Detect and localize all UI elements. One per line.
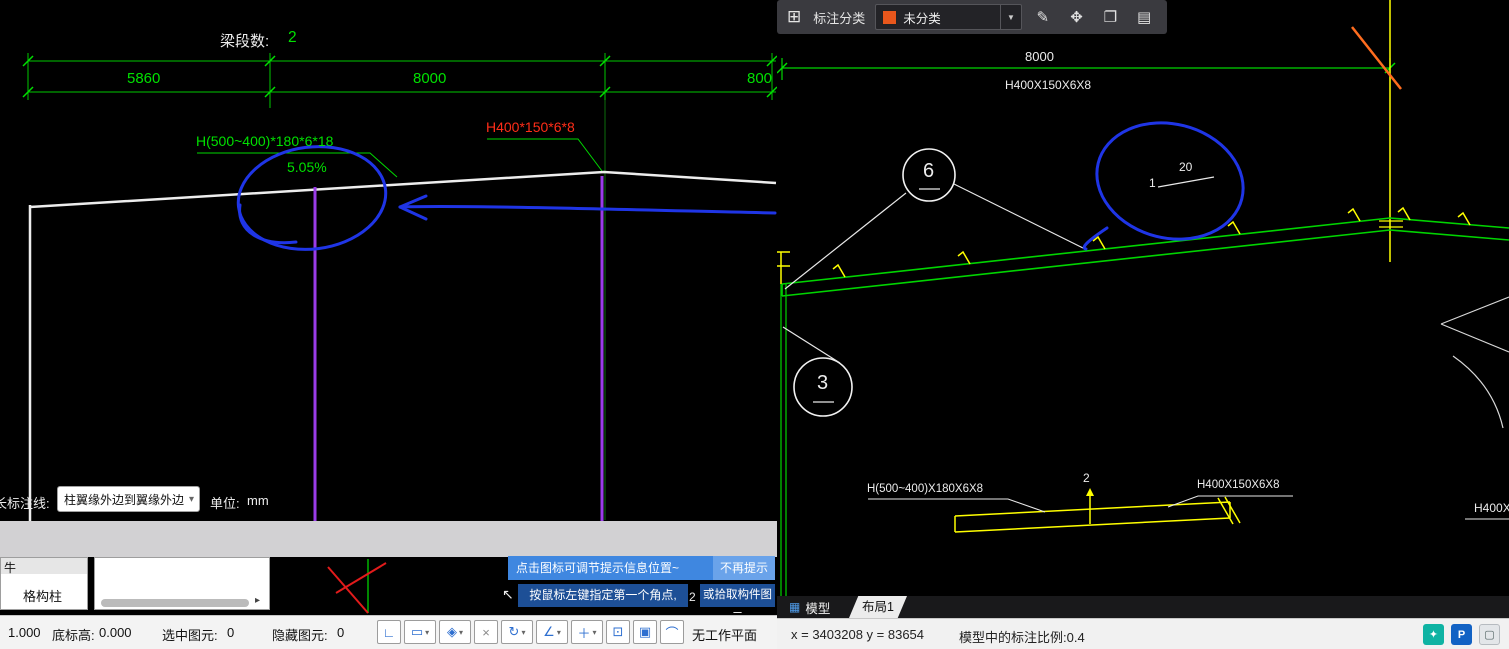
right-beam-spec-top: H400X150X6X8 — [1005, 78, 1092, 92]
tab-model[interactable]: ▦ 模型 — [789, 596, 830, 618]
camera-icon[interactable]: ⊡ — [606, 620, 630, 644]
model-tab-icon: ▦ — [789, 600, 801, 614]
horizontal-scrollbar[interactable] — [101, 599, 249, 607]
app-window: 梁段数: 2 5860 8000 800 H(500~400)*180*6*18… — [0, 0, 1509, 649]
view-tool-row: ∟ ▭ ▾ ◈ ▾ × ↻ ▾ ∠ ▾ ＋ ▾ ⊡ ▣ ⌒ — [377, 620, 684, 644]
scale-value: 1.000 — [8, 625, 41, 640]
chevron-down-icon: ▾ — [189, 493, 195, 505]
scroll-arrow-icon[interactable]: ▸ — [255, 595, 260, 606]
view-cube-icon[interactable]: ◈ ▾ — [439, 620, 471, 644]
arc-tool-icon[interactable]: ⌒ — [660, 620, 684, 644]
unit-value: mm — [247, 493, 269, 508]
workplane-status: 无工作平面 — [692, 628, 758, 643]
right-status-bar: x = 3403208 y = 83654 模型中的标注比例:0.4 ✦ P ▢ — [777, 618, 1509, 649]
dim-line-select-value: 柱翼缘外边到翼缘外边 — [64, 492, 185, 507]
beam-spec-label-2: H400*150*6*8 — [486, 119, 575, 135]
dim-line-label: 长标注线: — [0, 496, 50, 511]
right-viewport: 8000 H400X150X6X8 6 3 1 20 2 H(500~400)X… — [777, 0, 1509, 649]
hidden-count-label: 隐藏图元: — [272, 628, 328, 643]
annotation-scale-text: 模型中的标注比例:0.4 — [959, 630, 1085, 645]
callout-3-number: 3 — [817, 372, 829, 394]
component-list-header: 牛 — [1, 558, 87, 576]
layout1-tab-label: 布局1 — [862, 600, 894, 614]
slope-label: 5.05% — [287, 159, 327, 175]
right-cad-linework — [777, 0, 1509, 596]
component-item-lattice-column[interactable]: 格构柱 — [23, 586, 62, 605]
close-icon[interactable]: × — [474, 620, 498, 644]
base-elevation-label: 底标高: — [52, 628, 95, 643]
beam-segments-value: 2 — [288, 29, 297, 46]
hint-tooltip-text: 点击图标可调节提示信息位置~ — [516, 561, 680, 575]
hidden-count-value: 0 — [337, 625, 345, 640]
beam-spec-label-1: H(500~400)*180*6*18 — [196, 133, 334, 149]
slope-run: 20 — [1179, 160, 1193, 174]
dismiss-hint-label: 不再提示 — [719, 561, 768, 575]
callout-6-number: 6 — [923, 160, 935, 182]
dimension-8000: 8000 — [413, 70, 447, 87]
prompt-text-1: 按鼠标左键指定第一个角点, — [529, 588, 677, 602]
dismiss-hint-button[interactable]: 不再提示 — [713, 556, 775, 580]
ucs-axis-icon[interactable]: ∟ — [377, 620, 401, 644]
layout-tab-strip: ▦ 模型 布局1 — [777, 596, 1509, 618]
cursor-icon: ↖ — [502, 586, 514, 602]
left-viewport: 梁段数: 2 5860 8000 800 H(500~400)*180*6*18… — [0, 0, 777, 649]
dimension-5860: 5860 — [127, 70, 161, 87]
base-elevation-value: 0.000 — [99, 625, 132, 640]
detail-spec-edge-clipped: H400X — [1474, 501, 1509, 515]
dim-line-select[interactable]: 柱翼缘外边到翼缘外边 ▾ — [57, 486, 200, 512]
copy-view-icon[interactable]: ▣ — [633, 620, 657, 644]
rotate-view-icon[interactable]: ↻ ▾ — [501, 620, 533, 644]
component-list-panel[interactable]: 牛 格构柱 — [0, 557, 88, 610]
component-preview-panel[interactable]: ▸ — [94, 557, 270, 610]
prompt-box-2: 或拾取构件图元 — [700, 584, 775, 624]
left-cad-linework — [22, 53, 777, 521]
snap-crosshair-icon[interactable]: ＋ ▾ — [571, 620, 603, 644]
hint-tooltip: 点击图标可调节提示信息位置~ — [508, 556, 721, 580]
right-cad-canvas[interactable]: 8000 H400X150X6X8 6 3 1 20 2 H(500~400)X… — [777, 0, 1509, 596]
collapsed-ribbon-band — [0, 521, 777, 557]
window-icon[interactable]: ▢ — [1479, 624, 1500, 645]
selected-count-value: 0 — [227, 625, 235, 640]
detail-spec-left: H(500~400)X180X6X8 — [867, 483, 984, 495]
left-status-bar: 1.000 底标高: 0.000 选中图元: 0 隐藏图元: 0 ∟ ▭ ▾ ◈ ▾… — [0, 615, 777, 649]
component-item-partial[interactable]: 牛 — [4, 559, 16, 576]
angle-icon[interactable]: ∠ ▾ — [536, 620, 568, 644]
prompt-box-1: 按鼠标左键指定第一个角点, — [518, 584, 688, 607]
right-dimension-8000: 8000 — [1025, 49, 1054, 64]
cursor-coordinates: x = 3403208 y = 83654 — [791, 627, 925, 642]
cad-fragment[interactable] — [270, 557, 508, 615]
product-icon[interactable]: P — [1451, 624, 1472, 645]
slope-rise: 1 — [1149, 176, 1156, 190]
stray-digit: 2 — [689, 590, 696, 604]
dimension-800-clipped: 800 — [747, 70, 773, 87]
model-tab-label: 模型 — [805, 601, 831, 616]
left-cad-canvas[interactable]: 梁段数: 2 5860 8000 800 H(500~400)*180*6*18… — [0, 0, 777, 521]
feedback-icon[interactable]: ✦ — [1423, 624, 1444, 645]
selected-count-label: 选中图元: — [162, 628, 218, 643]
unit-label: 单位: — [210, 496, 240, 511]
detail-count: 2 — [1083, 471, 1090, 485]
lower-strip: 牛 格构柱 ▸ 点击图标可调节提示信息位置~ 不再提示 ↖ 按鼠标左键指定第一个… — [0, 556, 777, 624]
tab-layout1[interactable]: 布局1 — [849, 596, 907, 618]
beam-segments-label: 梁段数: — [220, 33, 270, 50]
workplane-icon[interactable]: ▭ ▾ — [404, 620, 436, 644]
detail-spec-right: H400X150X6X8 — [1197, 479, 1280, 491]
